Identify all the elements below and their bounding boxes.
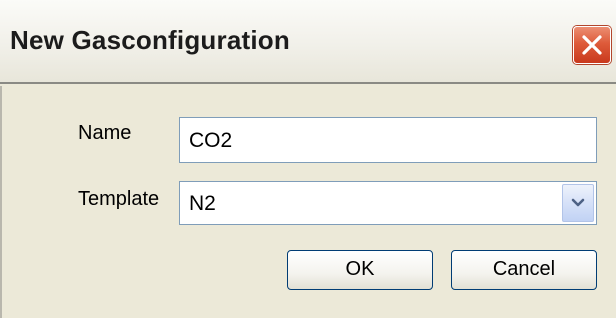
template-select[interactable]: N2 [179, 181, 597, 225]
cancel-button[interactable]: Cancel [451, 250, 597, 290]
template-select-value: N2 [189, 192, 216, 215]
close-icon [582, 35, 602, 55]
gas-configuration-dialog: New Gasconfiguration Name CO2 Template N… [0, 0, 616, 318]
ok-button[interactable]: OK [287, 250, 433, 290]
name-input[interactable]: CO2 [179, 117, 597, 163]
window-title: New Gasconfiguration [10, 25, 290, 55]
template-label: Template [78, 188, 160, 210]
template-dropdown-button[interactable] [562, 184, 594, 222]
name-input-value: CO2 [189, 129, 233, 152]
title-bar[interactable]: New Gasconfiguration [0, 0, 616, 84]
chevron-down-icon [571, 198, 585, 207]
name-label: Name [78, 122, 132, 144]
close-button[interactable] [573, 26, 611, 64]
